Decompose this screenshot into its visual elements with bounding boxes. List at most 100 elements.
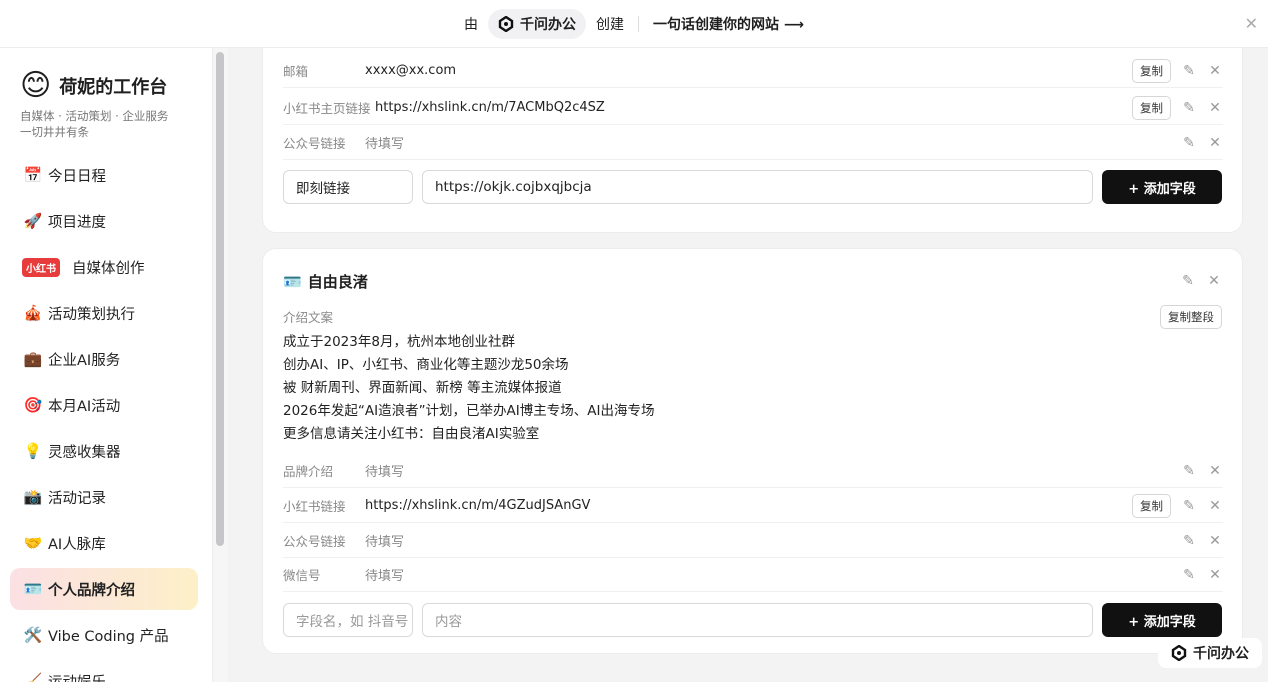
field-label: 小红书链接 <box>283 499 346 514</box>
sidebar-item-inspiration[interactable]: 💡 灵感收集器 <box>10 430 198 472</box>
sidebar-item-schedule[interactable]: 📅 今日日程 <box>10 154 198 196</box>
field-name-input[interactable]: 即刻链接 <box>283 170 413 204</box>
sidebar-item-vibe-coding[interactable]: 🛠️ Vibe Coding 产品 <box>10 614 198 656</box>
sidebar-item-label: 活动策划执行 <box>48 306 135 323</box>
copy-all-button[interactable]: 复制整段 <box>1160 305 1222 329</box>
target-icon: 🎯 <box>23 396 43 414</box>
calendar-icon: 📅 <box>23 166 43 184</box>
workspace-tagline: 自媒体 · 活动策划 · 企业服务 一切井井有条 <box>20 108 200 140</box>
qianwen-logo-icon <box>498 15 514 32</box>
field-value: 待填写 <box>365 569 405 584</box>
field-label: 邮箱 <box>283 64 309 79</box>
watermark-text: 千问办公 <box>1193 646 1249 662</box>
copy-button[interactable]: 复制 <box>1132 58 1171 83</box>
card-actions: ✎ ✕ <box>1180 273 1222 289</box>
edit-icon[interactable]: ✎ <box>1181 533 1197 549</box>
delete-icon[interactable]: ✕ <box>1207 533 1223 549</box>
qianwen-watermark[interactable]: 千问办公 <box>1158 638 1262 668</box>
add-field-button[interactable]: + 添加字段 <box>1102 170 1222 204</box>
sidebar-item-contacts[interactable]: 🤝 AI人脉库 <box>10 522 198 564</box>
edit-icon[interactable]: ✎ <box>1181 567 1197 583</box>
edit-icon[interactable]: ✎ <box>1180 273 1196 289</box>
sidebar-item-label: 运动娱乐 <box>48 671 106 682</box>
field-row-brand-intro: 品牌介绍 待填写 ✎ ✕ <box>283 454 1223 488</box>
circus-tent-icon: 🎪 <box>23 304 43 322</box>
field-row-xhs-home: 小红书主页链接 https://xhslink.cn/m/7ACMbQ2c4SZ… <box>283 91 1223 125</box>
field-value: xxxx@xx.com <box>365 63 457 78</box>
delete-icon[interactable]: ✕ <box>1207 135 1223 151</box>
sidebar-item-monthly-ai[interactable]: 🎯 本月AI活动 <box>10 384 198 426</box>
delete-icon[interactable]: ✕ <box>1207 567 1223 583</box>
handshake-icon: 🤝 <box>23 534 43 552</box>
sidebar-nav: 📅 今日日程 🚀 项目进度 小红书 自媒体创作 🎪 活动策划执行 💼 企业AI服务 🎯 本月… <box>10 154 198 682</box>
field-row-email: 邮箱 xxxx@xx.com 复制 ✎ ✕ <box>283 54 1223 88</box>
add-field-button[interactable]: + 添加字段 <box>1102 603 1222 637</box>
field-row-wechat-link: 公众号链接 待填写 ✎ ✕ <box>283 126 1223 160</box>
sidebar-item-label: 项目进度 <box>48 214 106 231</box>
brand-card-ziyouliangzhu: 🪪 自由良渚 ✎ ✕ 介绍文案 复制整段 成立于2023年8月，杭州本地创业社群… <box>262 248 1243 654</box>
edit-icon[interactable]: ✎ <box>1181 63 1197 79</box>
lightbulb-icon: 💡 <box>23 442 43 460</box>
id-card-icon: 🪪 <box>23 580 43 598</box>
edit-icon[interactable]: ✎ <box>1181 135 1197 151</box>
sidebar-item-label: Vibe Coding 产品 <box>48 628 169 645</box>
field-value: 待填写 <box>365 535 405 550</box>
field-row-xhs-link: 小红书链接 https://xhslink.cn/m/4GZudJSAnGV 复… <box>283 489 1223 523</box>
avatar-emoji-icon: 😊 <box>20 68 52 103</box>
workspace-title: 荷妮的工作台 <box>59 77 168 98</box>
sidebar-item-event-log[interactable]: 📸 活动记录 <box>10 476 198 518</box>
field-label: 小红书主页链接 <box>283 101 371 116</box>
copy-button[interactable]: 复制 <box>1132 95 1171 120</box>
edit-icon[interactable]: ✎ <box>1181 463 1197 479</box>
product-pill[interactable]: 千问办公 <box>488 8 587 39</box>
edit-icon[interactable]: ✎ <box>1181 498 1197 514</box>
sidebar-item-label: 今日日程 <box>48 168 106 185</box>
brand-card-contacts: 邮箱 xxxx@xx.com 复制 ✎ ✕ 小红书主页链接 https://xh… <box>262 48 1243 233</box>
card-title-text: 自由良渚 <box>307 273 368 291</box>
rocket-icon: 🚀 <box>23 212 43 230</box>
intro-line: 更多信息请关注小红书：自由良渚AI实验室 <box>283 426 540 442</box>
banner-suffix: 创建 <box>596 16 625 33</box>
sidebar-item-brand[interactable]: 🪪 个人品牌介绍 <box>10 568 198 610</box>
card-title: 🪪 自由良渚 <box>283 271 368 292</box>
field-value: 待填写 <box>365 465 405 480</box>
field-name-input[interactable]: 字段名，如 抖音号 <box>283 603 413 637</box>
sidebar-item-label: 本月AI活动 <box>48 398 121 415</box>
field-label: 品牌介绍 <box>283 464 334 479</box>
field-value: https://xhslink.cn/m/4GZudJSAnGV <box>365 498 591 513</box>
tools-icon: 🛠️ <box>23 626 43 644</box>
delete-icon[interactable]: ✕ <box>1207 63 1223 79</box>
sidebar-item-label: 灵感收集器 <box>48 444 121 461</box>
main-content: 邮箱 xxxx@xx.com 复制 ✎ ✕ 小红书主页链接 https://xh… <box>228 48 1268 682</box>
field-value-input[interactable]: https://okjk.cojbxqjbcja <box>422 170 1093 204</box>
intro-line: 被 财新周刊、界面新闻、新榜 等主流媒体报道 <box>283 380 562 396</box>
briefcase-icon: 💼 <box>23 350 43 368</box>
sidebar-item-enterprise[interactable]: 💼 企业AI服务 <box>10 338 198 380</box>
product-name: 千问办公 <box>520 16 577 33</box>
sidebar-item-label: 自媒体创作 <box>72 260 145 277</box>
create-site-link[interactable]: 一句话创建你的网站 ⟶ <box>653 14 804 34</box>
field-value-input[interactable]: 内容 <box>422 603 1093 637</box>
delete-icon[interactable]: ✕ <box>1207 498 1223 514</box>
sidebar-item-sports[interactable]: 🧹 运动娱乐 <box>10 660 198 682</box>
delete-icon[interactable]: ✕ <box>1207 100 1223 116</box>
copy-button[interactable]: 复制 <box>1132 493 1171 518</box>
id-card-icon: 🪪 <box>283 272 302 291</box>
delete-icon[interactable]: ✕ <box>1207 463 1223 479</box>
top-banner[interactable]: 由 千问办公 创建 一句话创建你的网站 ⟶ ✕ <box>0 0 1268 48</box>
field-value: https://xhslink.cn/m/7ACMbQ2c4SZ <box>375 100 605 115</box>
intro-line: 创办AI、IP、小红书、商业化等主题沙龙50余场 <box>283 357 569 373</box>
workspace-brand: 😊 荷妮的工作台 <box>20 70 167 102</box>
sidebar-scrollbar-thumb[interactable] <box>216 52 224 546</box>
field-label: 微信号 <box>283 568 321 583</box>
delete-icon[interactable]: ✕ <box>1206 273 1222 289</box>
sidebar-item-events[interactable]: 🎪 活动策划执行 <box>10 292 198 334</box>
banner-prefix: 由 <box>464 16 479 33</box>
sidebar-item-projects[interactable]: 🚀 项目进度 <box>10 200 198 242</box>
edit-icon[interactable]: ✎ <box>1181 100 1197 116</box>
sidebar-item-media[interactable]: 小红书 自媒体创作 <box>10 246 198 288</box>
qianwen-logo-icon <box>1171 644 1187 662</box>
sidebar-item-label: 个人品牌介绍 <box>48 582 135 599</box>
close-banner-icon[interactable]: ✕ <box>1245 14 1258 33</box>
field-label: 公众号链接 <box>283 534 346 549</box>
